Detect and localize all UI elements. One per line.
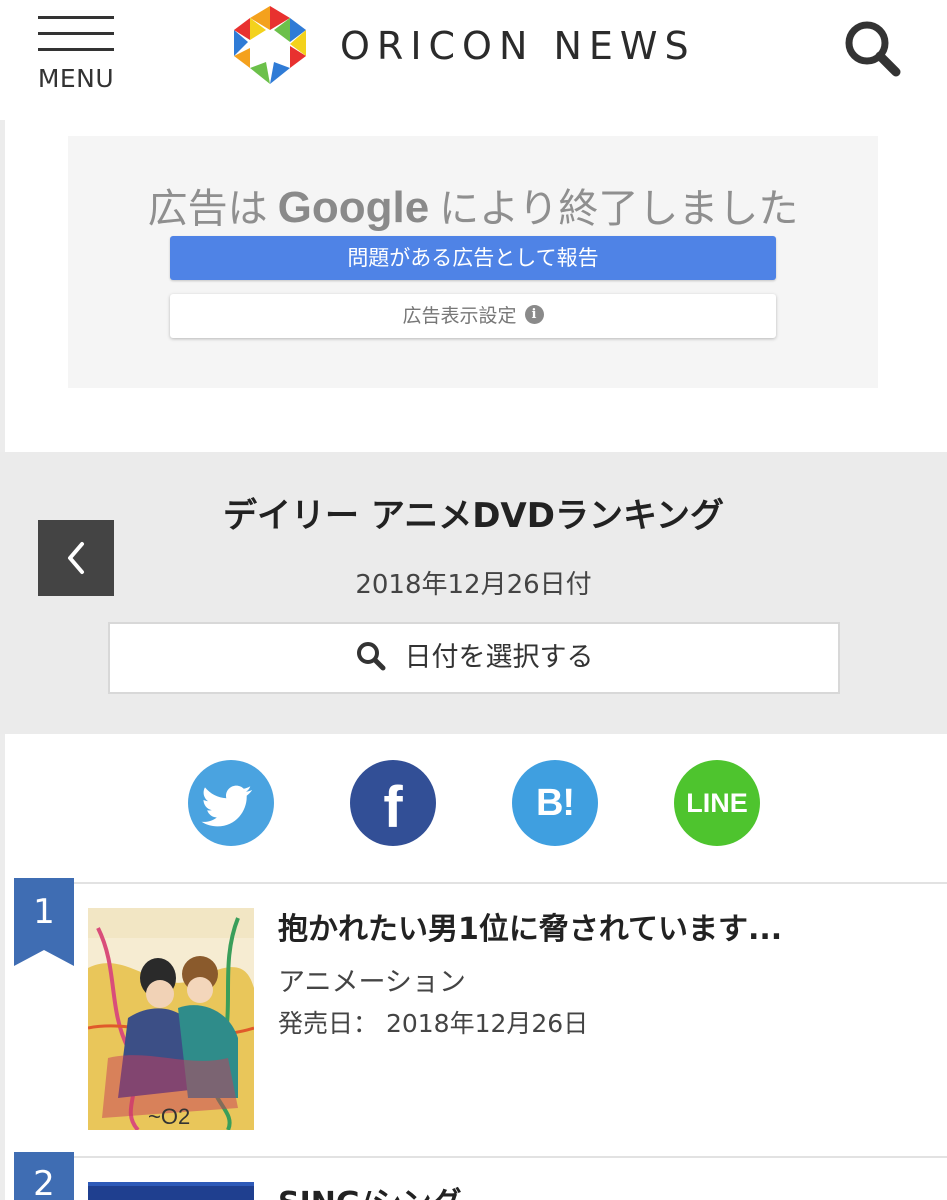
item-thumbnail[interactable]: ~O2 <box>88 908 254 1130</box>
menu-bar-icon <box>38 32 114 35</box>
hatena-bookmark-button[interactable]: B! <box>512 760 598 846</box>
ad-closed-message: 広告は Google により終了しました <box>68 176 878 234</box>
item-title[interactable]: SING/シング <box>278 1178 461 1200</box>
facebook-share-button[interactable]: f <box>350 760 436 846</box>
menu-label: MENU <box>37 64 115 93</box>
search-icon <box>845 21 901 77</box>
select-date-button[interactable]: 日付を選択する <box>108 622 840 694</box>
line-icon: LINE <box>686 788 748 818</box>
release-date: 2018年12月26日 <box>385 1009 589 1038</box>
twitter-share-button[interactable] <box>188 760 274 846</box>
ranking-date: 2018年12月26日付 <box>355 570 592 600</box>
ad-message-suffix: により終了しました <box>439 186 799 232</box>
menu-bar-icon <box>38 48 114 51</box>
logo-text: ORICON NEWS <box>340 24 696 68</box>
menu-bar-icon <box>38 16 114 19</box>
divider <box>14 1156 947 1158</box>
info-icon: i <box>524 305 544 324</box>
select-date-label: 日付を選択する <box>404 642 594 673</box>
oricon-logo-icon <box>234 6 306 84</box>
oricon-logo[interactable]: ORICON NEWS <box>230 4 730 88</box>
dvd-cover-image: ~O2 <box>88 908 254 1130</box>
release-label: 発売日： <box>278 1009 379 1038</box>
rank-number: 2 <box>33 1164 55 1200</box>
twitter-bird-icon <box>201 785 252 827</box>
site-header: MENU ORICON NEWS <box>0 0 947 120</box>
divider <box>14 882 947 884</box>
facebook-icon: f <box>383 775 403 840</box>
svg-text:~O2: ~O2 <box>148 1104 190 1129</box>
item-thumbnail[interactable] <box>88 1182 254 1200</box>
ad-message-prefix: 広告は <box>147 186 268 232</box>
rank-badge: 2 <box>14 1152 74 1200</box>
rank-badge: 1 <box>14 878 74 966</box>
ad-closed-notice: 広告は Google により終了しました 問題がある広告として報告 広告表示設定 i <box>68 136 878 388</box>
item-title[interactable]: 抱かれたい男1位に脅されています... <box>278 904 782 948</box>
ranking-header: デイリー アニメDVDランキング 2018年12月26日付 日付を選択する <box>0 452 947 734</box>
item-genre: アニメーション <box>278 967 466 998</box>
item-release: 発売日： 2018年12月26日 <box>278 1004 588 1040</box>
menu-button[interactable]: MENU <box>36 16 116 96</box>
report-ad-button[interactable]: 問題がある広告として報告 <box>170 236 776 280</box>
page-title: デイリー アニメDVDランキング <box>223 496 724 536</box>
search-icon <box>356 641 385 670</box>
search-button[interactable] <box>840 16 906 82</box>
ad-settings-button[interactable]: 広告表示設定 i <box>170 294 776 338</box>
ad-settings-label: 広告表示設定 <box>402 305 517 327</box>
rank-number: 1 <box>33 892 55 932</box>
google-brand-text: Google <box>277 183 430 232</box>
dvd-cover-image <box>88 1182 254 1200</box>
line-share-button[interactable]: LINE <box>674 760 760 846</box>
hatena-bookmark-icon: B! <box>535 782 575 824</box>
